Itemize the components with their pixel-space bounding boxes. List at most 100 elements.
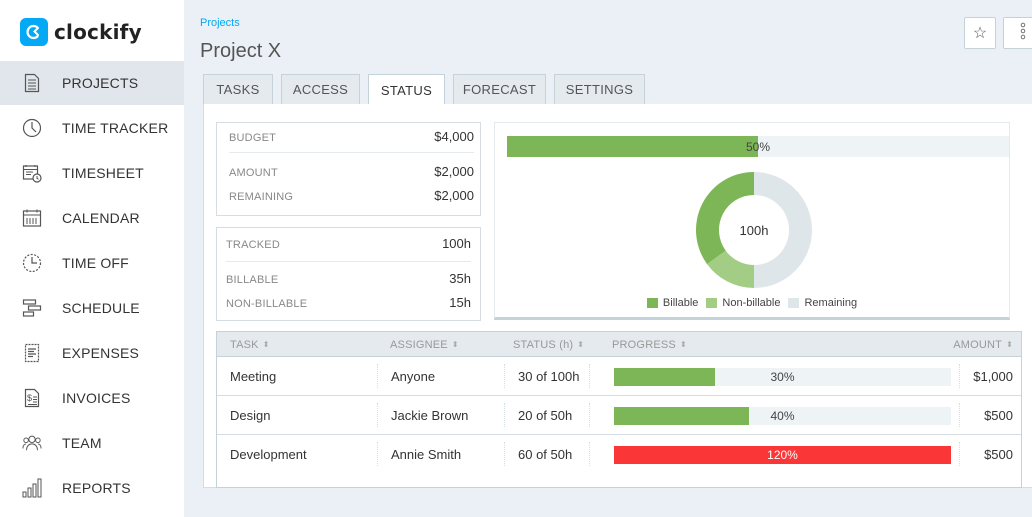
tracked-label: TRACKED <box>226 239 280 251</box>
breadcrumb-projects[interactable]: Projects <box>200 17 240 29</box>
sidebar-item-schedule[interactable]: SCHEDULE <box>0 285 184 330</box>
nonbillable-value: 15h <box>449 295 471 310</box>
remaining-row: REMAINING $2,000 <box>229 188 474 203</box>
task-name: Development <box>230 446 307 462</box>
table-header: TASK ⬍ ASSIGNEE ⬍ STATUS (h) ⬍ PROGRESS ⬍ AM… <box>217 332 1021 357</box>
task-progress-label: 120% <box>767 448 798 462</box>
legend-item-billable: Billable <box>646 297 698 309</box>
task-amount: $1,000 <box>973 368 1013 384</box>
bar-chart-icon <box>22 477 42 499</box>
divider <box>589 403 590 427</box>
task-name: Meeting <box>230 368 277 384</box>
page-title: Project X <box>200 40 282 62</box>
tab-access[interactable]: ACCESS <box>281 74 360 104</box>
column-header-assignee[interactable]: ASSIGNEE ⬍ <box>390 332 459 357</box>
project-tabs: TASKS ACCESS STATUS FORECAST SETTINGS <box>203 74 653 105</box>
sidebar-item-reports[interactable]: REPORTS <box>0 465 184 510</box>
divider <box>377 364 378 388</box>
sidebar-item-label: PROJECTS <box>62 75 139 91</box>
sidebar-item-calendar[interactable]: CALENDAR <box>0 195 184 240</box>
table-row[interactable]: Development Annie Smith 60 of 50h 120% $… <box>217 435 1021 474</box>
sidebar-item-invoices[interactable]: $ INVOICES <box>0 375 184 420</box>
divider <box>377 403 378 427</box>
more-options-button[interactable] <box>1003 17 1032 49</box>
divider <box>229 152 474 153</box>
task-progress-bar: 120% <box>614 446 951 464</box>
divider <box>589 442 590 466</box>
column-label: AMOUNT <box>953 338 1003 351</box>
sidebar-item-timesheet[interactable]: TIMESHEET <box>0 150 184 195</box>
task-progress-bar: 40% <box>614 407 951 425</box>
time-card: TRACKED 100h BILLABLE 35h NON-BILLABLE 1… <box>216 227 481 321</box>
time-off-icon <box>22 252 42 274</box>
budget-value: $4,000 <box>434 129 474 144</box>
sidebar-item-label: INVOICES <box>62 389 131 406</box>
star-icon: ☆ <box>972 25 988 42</box>
column-header-status[interactable]: STATUS (h) ⬍ <box>513 332 584 357</box>
tab-status[interactable]: STATUS <box>368 74 445 105</box>
budget-progress-label: 50% <box>745 139 771 154</box>
sidebar-item-time-tracker[interactable]: TIME TRACKER <box>0 105 184 150</box>
divider <box>504 364 505 388</box>
sidebar-item-label: SCHEDULE <box>62 299 140 316</box>
task-progress-label: 30% <box>770 370 795 384</box>
divider <box>959 442 960 466</box>
sidebar-item-label: TEAM <box>62 434 102 451</box>
clock-icon <box>22 117 42 139</box>
favorite-button[interactable]: ☆ <box>964 17 996 49</box>
column-header-progress[interactable]: PROGRESS ⬍ <box>612 332 687 357</box>
amount-label: AMOUNT <box>229 167 278 179</box>
divider <box>377 442 378 466</box>
tab-forecast[interactable]: FORECAST <box>453 74 546 104</box>
sort-icon: ⬍ <box>1006 340 1013 349</box>
task-progress-label: 40% <box>770 409 795 423</box>
legend-label: Non-billable <box>722 297 781 309</box>
app-name: clockify <box>54 20 142 44</box>
time-donut-chart: 100h <box>696 172 812 288</box>
assignee: Annie Smith <box>391 446 462 462</box>
divider <box>226 261 471 262</box>
app-logo[interactable]: clockify <box>20 18 142 46</box>
tab-tasks[interactable]: TASKS <box>203 74 273 104</box>
remaining-label: REMAINING <box>229 191 294 203</box>
receipt-icon <box>22 342 42 364</box>
assignee: Jackie Brown <box>391 407 469 423</box>
tasks-table: TASK ⬍ ASSIGNEE ⬍ STATUS (h) ⬍ PROGRESS ⬍ AM… <box>216 331 1022 488</box>
divider <box>589 364 590 388</box>
table-row[interactable]: Meeting Anyone 30 of 100h 30% $1,000 <box>217 357 1021 396</box>
divider <box>959 403 960 427</box>
amount-row: AMOUNT $2,000 <box>229 164 474 179</box>
budget-progress-bar: 50% <box>507 136 1009 157</box>
sidebar-item-team[interactable]: TEAM <box>0 420 184 465</box>
tracked-value: 100h <box>442 236 471 251</box>
sidebar-item-expenses[interactable]: EXPENSES <box>0 330 184 375</box>
sidebar-item-label: TIME TRACKER <box>62 119 169 136</box>
sidebar-item-label: TIMESHEET <box>62 164 144 181</box>
table-row[interactable]: Design Jackie Brown 20 of 50h 40% $500 <box>217 396 1021 435</box>
sidebar-item-projects[interactable]: PROJECTS <box>0 61 184 105</box>
legend-item-remaining: Remaining <box>788 297 857 309</box>
task-amount: $500 <box>984 446 1013 462</box>
nonbillable-label: NON-BILLABLE <box>226 298 308 310</box>
task-amount: $500 <box>984 407 1013 423</box>
sort-icon: ⬍ <box>577 340 585 349</box>
divider <box>504 403 505 427</box>
tab-settings[interactable]: SETTINGS <box>554 74 645 104</box>
column-header-amount[interactable]: AMOUNT ⬍ <box>953 332 1013 357</box>
status-panel: BUDGET $4,000 AMOUNT $2,000 REMAINING $2… <box>203 104 1032 488</box>
sidebar-item-label: TIME OFF <box>62 254 129 271</box>
chart-legend: Billable Non-billable Remaining <box>495 297 1009 309</box>
column-header-task[interactable]: TASK ⬍ <box>230 332 270 357</box>
column-label: TASK <box>230 338 259 351</box>
budget-card: BUDGET $4,000 AMOUNT $2,000 REMAINING $2… <box>216 122 481 216</box>
sort-icon: ⬍ <box>451 340 459 349</box>
sort-icon: ⬍ <box>262 340 270 349</box>
status-hours: 60 of 50h <box>518 446 573 462</box>
sort-icon: ⬍ <box>679 340 687 349</box>
task-name: Design <box>230 407 271 423</box>
calendar-icon <box>22 207 42 229</box>
legend-label: Remaining <box>804 297 858 309</box>
status-hours: 20 of 50h <box>518 407 573 423</box>
amount-value: $2,000 <box>434 164 474 179</box>
sidebar-item-time-off[interactable]: TIME OFF <box>0 240 184 285</box>
